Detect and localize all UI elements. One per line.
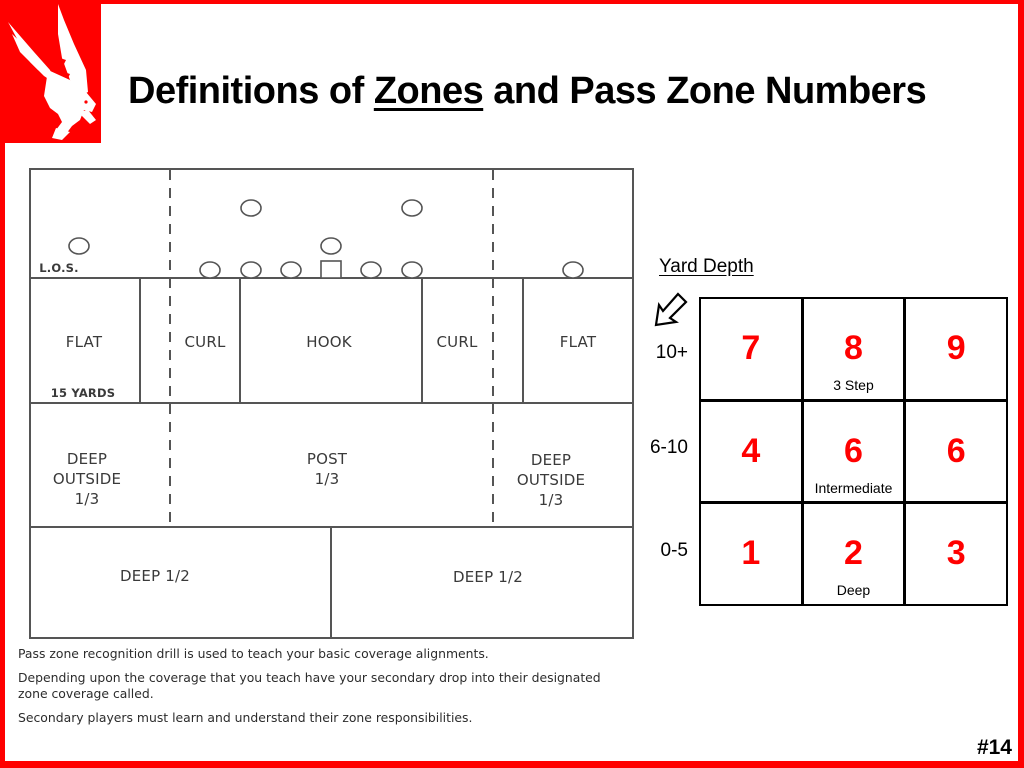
player-circle [401,261,423,279]
zone-label-line: POST [306,450,348,468]
page-number: #14 [976,736,1012,759]
zone-coverage-diagram: L.O.S. FLAT CURL HOOK CURL FLAT 15 YARDS… [29,168,635,640]
zone-label-line: OUTSIDE [52,470,122,488]
falcon-icon [8,4,96,140]
zone-cell-3: 3 [906,504,1006,604]
zone-cell-9: 9 [906,299,1006,399]
player-circle [562,261,584,279]
zone-number: 4 [741,431,761,470]
zone-deep-outside-left: DEEP OUTSIDE 1/3 [53,449,121,509]
zone-label-line: 1/3 [74,490,100,508]
page-title: Definitions of Zones and Pass Zone Numbe… [128,70,927,113]
zone-deep-half-right: DEEP 1/2 [452,568,524,586]
title-text-end: and Pass Zone Numbers [483,70,927,112]
zone-deep-half-left: DEEP 1/2 [119,567,191,585]
zone-cell-6-intermediate: 6 Intermediate [803,401,904,502]
zone-label-line: DEEP [66,450,108,468]
zone-deep-outside-right: DEEP OUTSIDE 1/3 [517,450,585,510]
zone-cell-8: 8 3 Step [803,299,904,399]
note-3: Secondary players must learn and underst… [18,710,473,725]
title-text-start: Definitions of [128,70,374,112]
zone-cell-4: 4 [701,401,801,502]
note-2: Depending upon the coverage that you tea… [18,670,601,701]
zone-number: 9 [946,329,966,367]
row-label-10-plus: 10+ [655,342,688,363]
falcon-logo [0,0,101,143]
zone-caption: 3 Step [833,377,874,393]
player-circle [240,199,262,217]
player-circle [199,261,221,279]
player-circle [240,261,262,279]
zone-number: 7 [741,329,761,367]
row-label-6-10: 6-10 [649,437,688,458]
zone-flat-left: FLAT [65,333,103,351]
zone-curl-right: CURL [436,333,478,351]
zone-number: 6 [946,431,966,470]
zone-cell-7: 7 [701,299,801,399]
center-square [320,260,342,279]
zone-number: 6 [844,431,863,470]
zone-number: 1 [741,534,761,573]
zone-cell-6-right: 6 [906,401,1006,502]
player-circle [320,237,342,255]
row-label-0-5: 0-5 [660,540,688,561]
note-1: Pass zone recognition drill is used to t… [18,646,489,661]
zone-label-line: 1/3 [538,491,564,509]
yards-label: 15 YARDS [50,386,116,400]
zone-label-line: OUTSIDE [516,471,586,489]
zone-hook: HOOK [306,333,352,351]
zone-number: 8 [844,329,863,367]
zone-cell-1: 1 [701,504,801,604]
zone-curl-left: CURL [184,333,226,351]
player-circle [401,199,423,217]
zone-cell-2: 2 Deep [803,504,904,604]
zone-caption: Deep [836,582,871,599]
zone-number: 3 [946,534,966,573]
arrow-down-left-icon [654,292,688,327]
player-circle [360,261,382,279]
los-label: L.O.S. [39,261,79,275]
zone-post: POST 1/3 [307,449,347,489]
zone-label-line: DEEP [530,451,572,469]
player-circle [280,261,302,279]
zone-label-line: 1/3 [314,470,340,488]
zone-caption: Intermediate [814,479,893,496]
title-underlined-word: Zones [373,70,484,112]
pass-zone-grid: 7 8 3 Step 9 4 6 Intermediate 6 1 2 Deep 3 [699,297,1008,606]
zone-flat-right: FLAT [559,333,597,351]
zone-number: 2 [844,534,863,573]
player-circle [68,237,90,255]
yard-depth-title: Yard Depth [659,256,754,277]
notes: Pass zone recognition drill is used to t… [18,646,618,734]
